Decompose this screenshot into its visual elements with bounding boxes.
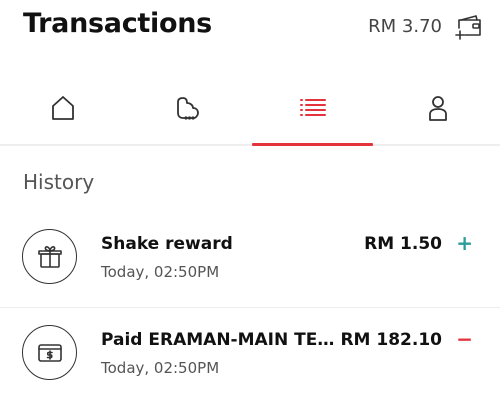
list-icon (299, 99, 326, 116)
wallet-balance-group[interactable]: RM 3.70 (368, 11, 484, 41)
tab-transactions[interactable] (250, 72, 375, 146)
payment-card-icon (37, 343, 62, 362)
transaction-title: Shake reward (101, 234, 233, 254)
header: Transactions RM 3.70 (0, 0, 500, 60)
history-heading: History (23, 170, 95, 194)
transaction-amount: RM 182.10 (340, 330, 442, 350)
wallet-add-icon[interactable] (454, 11, 484, 41)
wallet-balance: RM 3.70 (368, 15, 442, 37)
transaction-time: Today, 02:50PM (101, 263, 220, 281)
chat-bubble-icon (176, 97, 199, 120)
transaction-icon-circle (22, 229, 77, 284)
tab-home[interactable] (0, 72, 125, 144)
home-icon (51, 96, 74, 120)
transaction-row-paid-eraman[interactable]: Paid ERAMAN-MAIN TE... Today, 02:50PM RM… (0, 308, 500, 401)
credit-indicator: + (456, 231, 473, 255)
transactions-screen: Transactions RM 3.70 History Shake rewar… (0, 0, 500, 401)
gift-icon (37, 245, 62, 268)
debit-indicator: − (456, 327, 473, 351)
tab-profile[interactable] (375, 72, 500, 144)
page-title: Transactions (23, 8, 212, 39)
transaction-title: Paid ERAMAN-MAIN TE... (101, 330, 335, 350)
person-icon (428, 96, 447, 121)
transaction-amount: RM 1.50 (364, 234, 442, 254)
transaction-row-shake-reward[interactable]: Shake reward Today, 02:50PM RM 1.50 + (0, 212, 500, 308)
tab-chat[interactable] (125, 72, 250, 144)
transaction-time: Today, 02:50PM (101, 359, 220, 377)
tab-bar (0, 72, 500, 146)
transaction-icon-circle (22, 325, 77, 380)
transaction-list: Shake reward Today, 02:50PM RM 1.50 + Pa… (0, 212, 500, 401)
